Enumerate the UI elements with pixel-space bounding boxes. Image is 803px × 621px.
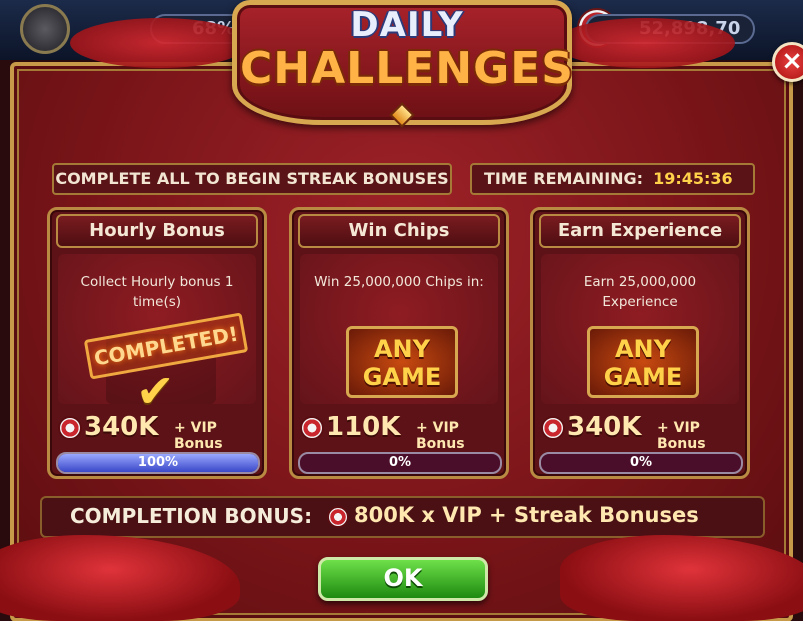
card-title: Hourly Bonus — [56, 214, 258, 248]
chip-icon — [541, 416, 565, 440]
progress-bar: 0% — [539, 452, 743, 474]
any-game-badge: ANY GAME — [346, 326, 458, 398]
reward-row: 110K + VIP Bonus — [298, 412, 502, 452]
checkmark-icon: ✔ — [136, 364, 175, 418]
card-description: Earn 25,000,000 Experience — [583, 274, 697, 310]
player-avatar[interactable] — [20, 4, 70, 54]
any-game-line2: GAME — [362, 363, 442, 391]
chip-icon — [327, 506, 349, 528]
completion-bonus-value: 800K x VIP + Streak Bonuses — [354, 503, 699, 527]
reward-amount: 110K — [326, 412, 401, 442]
card-description: Collect Hourly bonus 1 time(s) — [80, 274, 234, 310]
card-body: Collect Hourly bonus 1 time(s) COMPLETED… — [58, 254, 256, 418]
time-remaining: TIME REMAINING: 19:45:36 — [470, 163, 755, 195]
dragon-bottom-right-icon — [560, 535, 803, 621]
card-title: Win Chips — [298, 214, 500, 248]
dragon-decoration-right-icon — [555, 18, 735, 68]
challenge-card-hourly-bonus: Hourly Bonus Collect Hourly bonus 1 time… — [47, 207, 267, 479]
card-title: Earn Experience — [539, 214, 741, 248]
reward-amount: 340K — [567, 412, 642, 442]
challenge-card-earn-experience: Earn Experience Earn 25,000,000 Experien… — [530, 207, 750, 479]
card-body: Win 25,000,000 Chips in: ANY GAME — [300, 254, 498, 404]
card-description: Win 25,000,000 Chips in: — [314, 274, 484, 290]
reward-row: 340K + VIP Bonus — [56, 412, 260, 452]
reward-amount: 340K — [84, 412, 159, 442]
completion-bonus-label: COMPLETION BONUS: — [70, 504, 313, 528]
reward-vip-bonus: + VIP Bonus — [657, 420, 706, 452]
any-game-badge: ANY GAME — [587, 326, 699, 398]
any-game-line2: GAME — [603, 363, 683, 391]
any-game-line1: ANY — [614, 335, 672, 363]
card-body: Earn 25,000,000 Experience ANY GAME — [541, 254, 739, 404]
dragon-decoration-left-icon — [70, 18, 250, 68]
chip-icon — [300, 416, 324, 440]
reward-vip-bonus: + VIP Bonus — [174, 420, 223, 452]
chip-icon — [58, 416, 82, 440]
progress-text: 100% — [137, 455, 179, 470]
progress-text: 0% — [629, 455, 653, 470]
any-game-line1: ANY — [373, 335, 431, 363]
title-challenges: CHALLENGES — [240, 43, 574, 94]
progress-text: 0% — [388, 455, 412, 470]
time-remaining-label: TIME REMAINING: — [484, 169, 644, 188]
ok-button[interactable]: OK — [318, 557, 488, 601]
challenge-card-win-chips: Win Chips Win 25,000,000 Chips in: ANY G… — [289, 207, 509, 479]
streak-instruction: COMPLETE ALL TO BEGIN STREAK BONUSES — [52, 163, 452, 195]
time-remaining-value: 19:45:36 — [653, 169, 733, 188]
progress-bar: 0% — [298, 452, 502, 474]
reward-row: 340K + VIP Bonus — [539, 412, 743, 452]
progress-bar: 100% — [56, 452, 260, 474]
title-daily: DAILY — [350, 5, 464, 45]
completion-bonus-bar: COMPLETION BONUS: 800K x VIP + Streak Bo… — [40, 496, 765, 538]
reward-vip-bonus: + VIP Bonus — [416, 420, 465, 452]
